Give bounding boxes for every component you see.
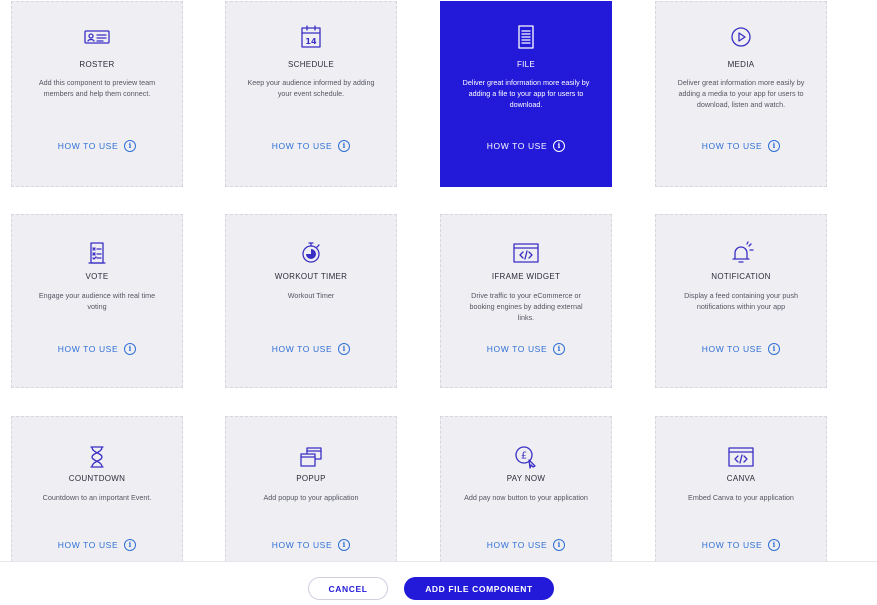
component-title: POPUP [296,474,326,483]
svg-text:14: 14 [305,37,317,46]
component-description: Embed Canva to your application [688,493,794,502]
info-icon[interactable]: i [553,539,566,551]
how-to-use-label: HOW TO USE [57,540,119,550]
how-to-use-label: HOW TO USE [57,141,119,151]
how-to-use-link[interactable]: HOW TO USE i [12,343,182,355]
component-description: Add popup to your application [263,493,359,502]
how-to-use-label: HOW TO USE [486,540,548,550]
info-icon[interactable]: i [124,343,137,355]
component-card-roster[interactable]: ROSTER Add this component to preview team… [11,1,183,187]
how-to-use-link[interactable]: HOW TO USE i [656,539,826,551]
ballot-icon [83,239,111,267]
component-description: Workout Timer [287,291,335,300]
component-description: Add this component to preview team membe… [38,78,156,98]
component-title: MEDIA [727,60,755,69]
how-to-use-link[interactable]: HOW TO USE i [226,343,396,355]
how-to-use-link[interactable]: HOW TO USE i [441,343,611,355]
component-description: Deliver great information more easily by… [462,78,590,109]
calendar-icon: 14 [297,23,325,51]
how-to-use-label: HOW TO USE [701,540,763,550]
component-description: Keep your audience informed by adding yo… [247,78,375,98]
how-to-use-link[interactable]: HOW TO USE i [441,140,611,152]
code-window-icon [727,443,755,471]
component-title: CANVA [726,474,756,483]
component-title: COUNTDOWN [68,474,126,483]
info-icon[interactable]: i [124,140,137,152]
how-to-use-label: HOW TO USE [271,540,333,550]
popup-windows-icon [297,443,325,471]
id-card-icon [83,23,111,51]
code-window-icon [512,239,540,267]
info-icon[interactable]: i [338,539,351,551]
component-title: PAY NOW [506,474,546,483]
how-to-use-label: HOW TO USE [701,344,763,354]
component-card-iframe-widget[interactable]: IFRAME WIDGET Drive traffic to your eComm… [440,214,612,388]
component-description: Engage your audience with real time voti… [38,291,156,311]
component-card-popup[interactable]: POPUP Add popup to your application HOW TO… [225,416,397,562]
component-description: Add pay now button to your application [464,493,588,502]
component-card-vote[interactable]: VOTE Engage your audience with real time … [11,214,183,388]
info-icon[interactable]: i [768,343,781,355]
how-to-use-label: HOW TO USE [701,141,763,151]
component-card-media[interactable]: MEDIA Deliver great information more easi… [655,1,827,187]
svg-text:£: £ [521,451,527,462]
component-title: NOTIFICATION [711,272,771,281]
footer-bar: CANCEL ADD FILE COMPONENT [0,561,877,605]
hourglass-icon [83,443,111,471]
component-title: VOTE [85,272,109,281]
component-title: WORKOUT TIMER [274,272,348,281]
info-icon[interactable]: i [553,140,566,152]
add-file-component-button[interactable]: ADD FILE COMPONENT [404,577,554,600]
component-title: IFRAME WIDGET [491,272,561,281]
info-icon[interactable]: i [338,140,351,152]
how-to-use-label: HOW TO USE [486,344,548,354]
cancel-button[interactable]: CANCEL [308,577,388,600]
how-to-use-link[interactable]: HOW TO USE i [226,140,396,152]
pay-pointer-icon: £ [512,443,540,471]
component-card-canva[interactable]: CANVA Embed Canva to your application HOW … [655,416,827,562]
how-to-use-label: HOW TO USE [271,344,333,354]
how-to-use-label: HOW TO USE [271,141,333,151]
info-icon[interactable]: i [124,539,137,551]
component-card-file[interactable]: FILE Deliver great information more easil… [440,1,612,187]
info-icon[interactable]: i [338,343,351,355]
component-card-notification[interactable]: NOTIFICATION Display a feed containing yo… [655,214,827,388]
info-icon[interactable]: i [553,343,566,355]
component-card-countdown[interactable]: COUNTDOWN Countdown to an important Event… [11,416,183,562]
bell-icon [727,239,755,267]
component-title: FILE [516,60,536,69]
component-description: Countdown to an important Event. [42,493,152,502]
how-to-use-label: HOW TO USE [486,141,548,151]
info-icon[interactable]: i [768,140,781,152]
how-to-use-link[interactable]: HOW TO USE i [226,539,396,551]
how-to-use-link[interactable]: HOW TO USE i [12,539,182,551]
how-to-use-link[interactable]: HOW TO USE i [12,140,182,152]
component-description: Deliver great information more easily by… [677,78,805,109]
component-description: Drive traffic to your eCommerce or booki… [469,291,583,322]
component-title: ROSTER [79,60,115,69]
component-card-workout-timer[interactable]: WORKOUT TIMER Workout Timer HOW TO USE i [225,214,397,388]
file-icon [512,23,540,51]
component-card-pay-now[interactable]: £ PAY NOW Add pay now button to your appli… [440,416,612,562]
how-to-use-link[interactable]: HOW TO USE i [656,140,826,152]
stopwatch-icon [297,239,325,267]
how-to-use-link[interactable]: HOW TO USE i [441,539,611,551]
component-description: Display a feed containing your push noti… [684,291,798,311]
component-card-schedule[interactable]: 14 SCHEDULE Keep your audience informed by… [225,1,397,187]
component-title: SCHEDULE [288,60,334,69]
info-icon[interactable]: i [768,539,781,551]
play-icon [727,23,755,51]
how-to-use-label: HOW TO USE [57,344,119,354]
how-to-use-link[interactable]: HOW TO USE i [656,343,826,355]
